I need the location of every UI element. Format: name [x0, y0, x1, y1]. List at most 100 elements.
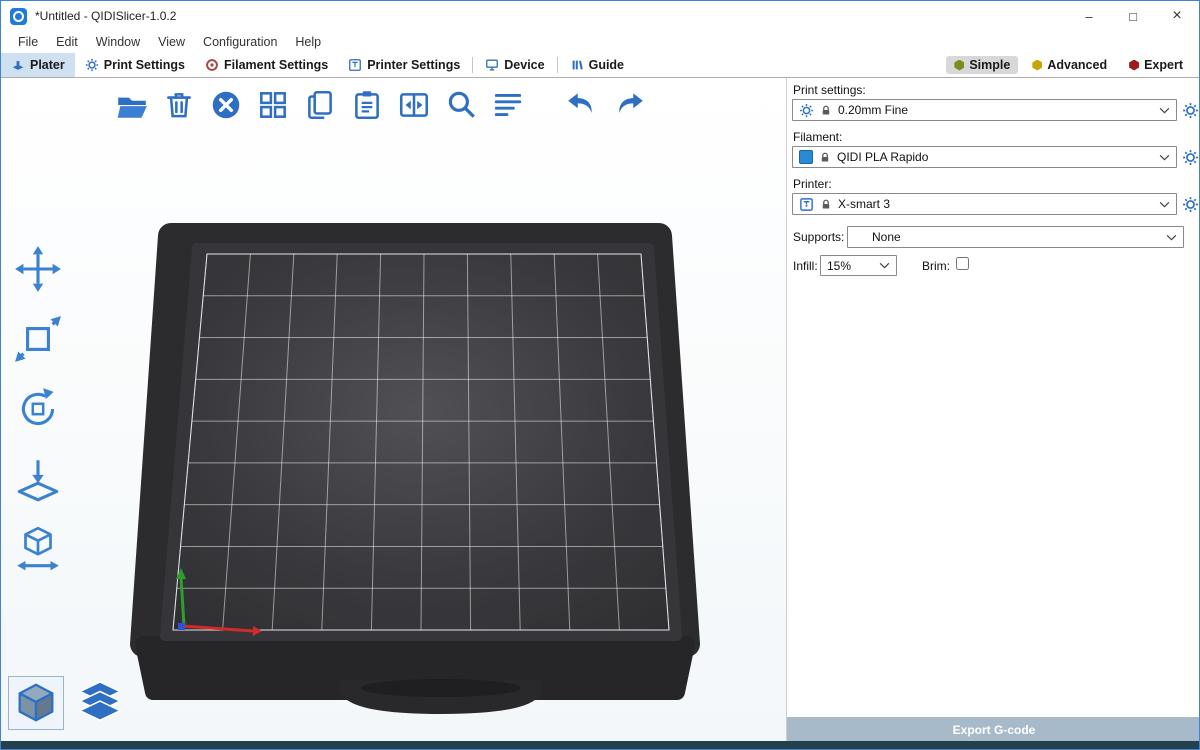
tab-print-settings-label: Print Settings	[104, 58, 185, 72]
sidebar: Print settings: 0.20mm Fine	[786, 78, 1200, 743]
mode-simple-label: Simple	[969, 58, 1010, 72]
tab-printer-settings[interactable]: Printer Settings	[338, 53, 470, 77]
layers-preview-icon	[77, 680, 123, 726]
menu-edit[interactable]: Edit	[47, 35, 87, 49]
plater-icon	[11, 58, 25, 72]
copy-icon	[303, 88, 337, 122]
lock-icon	[820, 198, 832, 211]
printer-label: Printer:	[793, 177, 832, 191]
tab-guide[interactable]: Guide	[560, 53, 634, 77]
mode-advanced-label: Advanced	[1047, 58, 1107, 72]
bottom-status-strip	[1, 741, 1199, 749]
chevron-down-icon	[879, 262, 890, 269]
scale-gizmo-button[interactable]	[9, 310, 67, 368]
mode-advanced[interactable]: Advanced	[1024, 56, 1115, 74]
tab-print-settings[interactable]: Print Settings	[75, 53, 195, 77]
print-settings-combo[interactable]: 0.20mm Fine	[792, 99, 1177, 121]
print-settings-gear-button[interactable]	[1181, 101, 1199, 119]
open-folder-icon	[115, 88, 149, 122]
trash-icon	[162, 88, 196, 122]
bed-handle-groove	[361, 679, 521, 697]
place-on-face-icon	[13, 454, 63, 504]
supports-value: None	[854, 230, 1160, 244]
supports-combo[interactable]: None	[847, 226, 1184, 248]
variable-layer-height-button[interactable]	[489, 86, 527, 124]
lock-icon	[819, 151, 831, 164]
printer-combo[interactable]: X-smart 3	[792, 193, 1177, 215]
filament-spool-icon	[205, 58, 219, 72]
view-toggles	[9, 677, 127, 729]
window-title: *Untitled - QIDISlicer-1.0.2	[35, 9, 176, 23]
undo-button[interactable]	[563, 86, 601, 124]
tab-plater[interactable]: Plater	[1, 53, 75, 77]
arrange-button[interactable]	[254, 86, 292, 124]
maximize-button[interactable]: □	[1111, 1, 1155, 31]
tab-filament-settings[interactable]: Filament Settings	[195, 53, 338, 77]
filament-color-swatch	[799, 150, 813, 164]
menubar: File Edit Window View Configuration Help	[1, 31, 1199, 53]
brim-checkbox[interactable]	[956, 257, 969, 270]
search-button[interactable]	[442, 86, 480, 124]
layers-preview-button[interactable]	[73, 677, 127, 729]
chevron-down-icon	[1159, 154, 1170, 161]
paste-button[interactable]	[348, 86, 386, 124]
fill-bed-button[interactable]	[395, 86, 433, 124]
delete-button[interactable]	[160, 86, 198, 124]
export-gcode-button[interactable]: Export G-code	[787, 717, 1200, 743]
redo-button[interactable]	[610, 86, 648, 124]
print-settings-label: Print settings:	[793, 83, 866, 97]
scale-icon	[13, 314, 63, 364]
filament-value: QIDI PLA Rapido	[837, 150, 1153, 164]
lock-icon	[820, 104, 832, 117]
tab-device[interactable]: Device	[475, 53, 554, 77]
view-3d-button[interactable]	[9, 677, 63, 729]
tab-device-label: Device	[504, 58, 544, 72]
gizmo-toolbar	[9, 240, 67, 578]
tab-filament-settings-label: Filament Settings	[224, 58, 328, 72]
copy-button[interactable]	[301, 86, 339, 124]
chevron-down-icon	[1166, 234, 1177, 241]
tabbar: Plater Print Settings Filament Settings	[1, 53, 1199, 78]
measure-gizmo-button[interactable]	[9, 520, 67, 578]
menu-help[interactable]: Help	[286, 35, 330, 49]
filament-gear-button[interactable]	[1181, 148, 1199, 166]
guide-book-icon	[570, 58, 584, 72]
menu-window[interactable]: Window	[87, 35, 149, 49]
printer-icon	[799, 197, 814, 212]
app-logo-icon	[10, 8, 27, 25]
tab-guide-label: Guide	[589, 58, 624, 72]
delete-all-button[interactable]	[207, 86, 245, 124]
tab-separator	[557, 57, 558, 73]
move-icon	[13, 244, 63, 294]
mode-expert-label: Expert	[1144, 58, 1183, 72]
gear-icon	[85, 58, 99, 72]
menu-view[interactable]: View	[149, 35, 194, 49]
infill-combo[interactable]: 15%	[820, 255, 897, 276]
menu-file[interactable]: File	[9, 35, 47, 49]
mode-simple[interactable]: Simple	[946, 56, 1018, 74]
undo-icon	[565, 88, 599, 122]
open-button[interactable]	[113, 86, 151, 124]
printer-gear-button[interactable]	[1181, 195, 1199, 213]
viewport-3d[interactable]	[1, 78, 786, 743]
place-on-face-gizmo-button[interactable]	[9, 450, 67, 508]
filament-combo[interactable]: QIDI PLA Rapido	[792, 146, 1177, 168]
move-gizmo-button[interactable]	[9, 240, 67, 298]
printer-icon	[348, 58, 362, 72]
advanced-mode-dot-icon	[1032, 60, 1042, 71]
chevron-down-icon	[1159, 107, 1170, 114]
device-monitor-icon	[485, 58, 499, 72]
gear-icon	[1182, 196, 1199, 213]
expert-mode-dot-icon	[1129, 60, 1139, 71]
minimize-button[interactable]: –	[1067, 1, 1111, 31]
infill-value: 15%	[827, 259, 873, 273]
menu-configuration[interactable]: Configuration	[194, 35, 286, 49]
paste-clipboard-icon	[350, 88, 384, 122]
close-button[interactable]: ×	[1155, 1, 1199, 31]
mode-expert[interactable]: Expert	[1121, 56, 1191, 74]
rotate-gizmo-button[interactable]	[9, 380, 67, 438]
chevron-down-icon	[1159, 201, 1170, 208]
simple-mode-dot-icon	[954, 60, 964, 71]
print-bed	[1, 78, 786, 743]
filament-label: Filament:	[793, 130, 842, 144]
